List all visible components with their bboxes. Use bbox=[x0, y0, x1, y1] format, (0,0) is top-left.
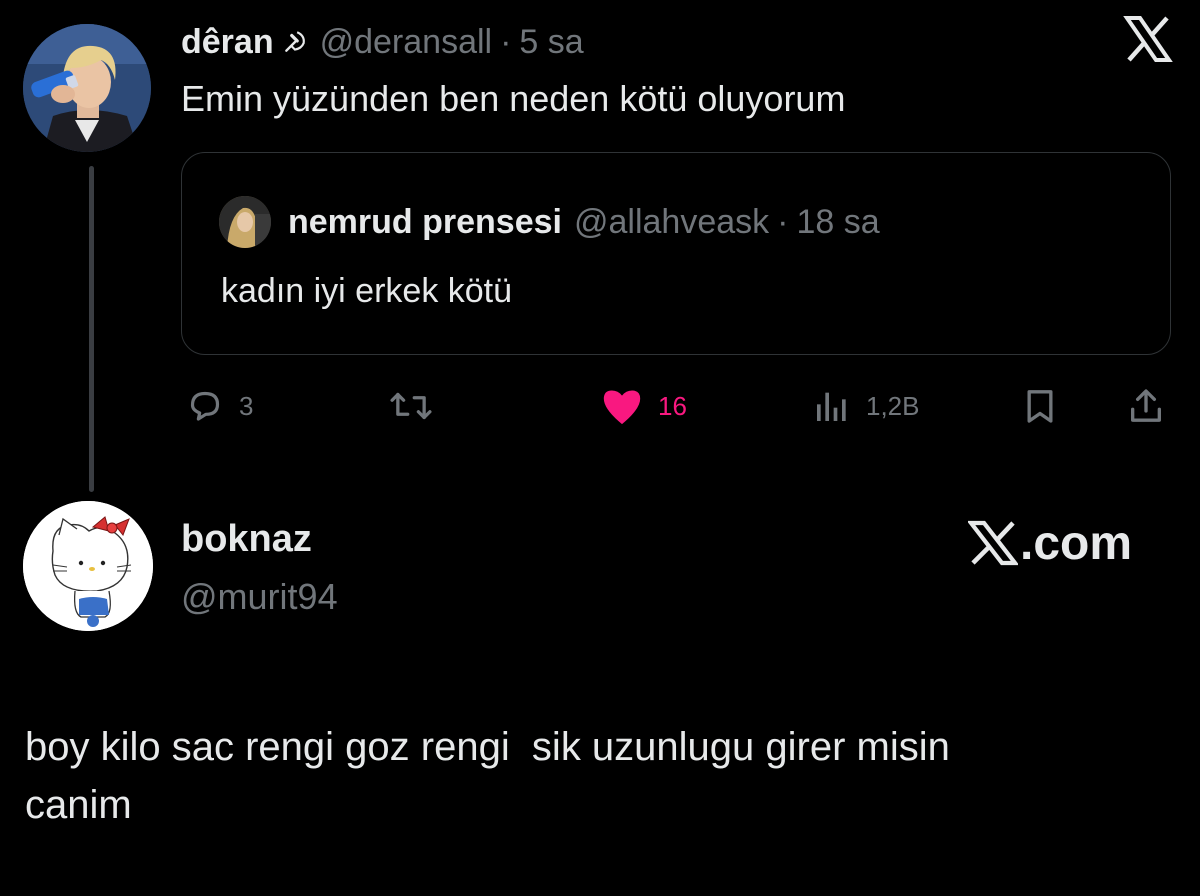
reply-text: boy kilo sac rengi goz rengi sik uzunlug… bbox=[25, 725, 950, 827]
avatar-deran-photo bbox=[23, 24, 151, 152]
views-chart-icon bbox=[812, 386, 852, 426]
reply-button[interactable]: 3 bbox=[185, 384, 253, 428]
share-icon bbox=[1126, 386, 1166, 426]
avatar-nemrud[interactable] bbox=[219, 196, 271, 248]
reply-display-name[interactable]: boknaz bbox=[181, 518, 312, 561]
separator-dot: · bbox=[500, 22, 512, 61]
quoted-display-name[interactable]: nemrud prensesi bbox=[288, 203, 562, 242]
avatar-deran[interactable] bbox=[23, 24, 151, 152]
display-name[interactable]: dêran bbox=[181, 23, 274, 62]
view-count: 1,2B bbox=[866, 390, 920, 421]
hammer-sickle-icon bbox=[282, 29, 308, 55]
avatar-boknaz[interactable] bbox=[23, 501, 153, 631]
avatar-nemrud-photo bbox=[219, 196, 271, 248]
x-logo-brand-icon bbox=[968, 520, 1018, 566]
thread-connector-line bbox=[89, 166, 94, 492]
tweet-header: dêran @deransall · 5 sa bbox=[181, 18, 584, 66]
heart-filled-icon bbox=[600, 386, 644, 426]
quoted-tweet-text: kadın iyi erkek kötü bbox=[221, 272, 513, 310]
like-button[interactable]: 16 bbox=[600, 384, 687, 428]
quoted-tweet-time[interactable]: 18 sa bbox=[796, 203, 879, 242]
tweet-text: Emin yüzünden ben neden kötü oluyorum bbox=[181, 78, 846, 119]
quoted-tweet-card[interactable] bbox=[181, 152, 1171, 355]
quoted-separator-dot: · bbox=[777, 202, 789, 241]
reply-icon bbox=[185, 386, 225, 426]
share-button[interactable] bbox=[1126, 384, 1166, 428]
reply-user-handle[interactable]: @murit94 bbox=[181, 576, 338, 618]
views-button[interactable]: 1,2B bbox=[812, 384, 920, 428]
repost-button[interactable] bbox=[388, 384, 434, 428]
avatar-boknaz-drawing bbox=[23, 501, 153, 631]
reply-count: 3 bbox=[239, 390, 254, 421]
like-count: 16 bbox=[658, 390, 687, 421]
x-com-brand: .com bbox=[968, 513, 1132, 573]
x-com-brand-text: .com bbox=[1020, 516, 1133, 570]
user-handle[interactable]: @deransall bbox=[320, 23, 493, 62]
x-logo-icon bbox=[1123, 14, 1173, 64]
repost-icon bbox=[388, 386, 434, 426]
bookmark-icon bbox=[1020, 386, 1060, 426]
quoted-tweet-header: nemrud prensesi @allahveask · 18 sa bbox=[288, 198, 880, 246]
tweet-time[interactable]: 5 sa bbox=[519, 23, 583, 62]
bookmark-button[interactable] bbox=[1020, 384, 1060, 428]
quoted-user-handle[interactable]: @allahveask bbox=[574, 203, 769, 242]
